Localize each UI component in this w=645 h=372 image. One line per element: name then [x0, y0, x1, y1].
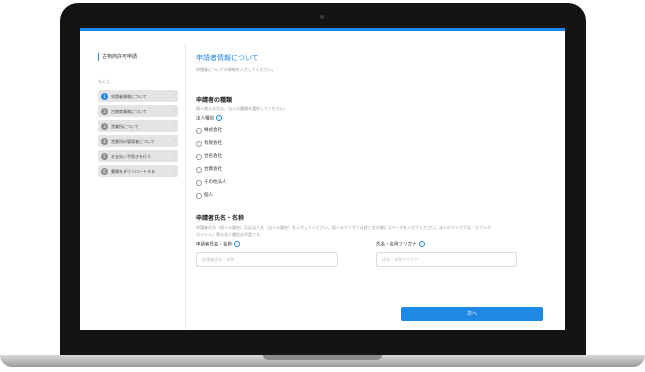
- name-field-label: 申請者氏名・名称 i: [196, 241, 240, 248]
- field-label-text: 申請者氏名・名称: [196, 242, 232, 248]
- chevron-right-icon: ›: [173, 107, 175, 114]
- kana-field-label: 氏名・名称フリガナ i: [376, 241, 425, 248]
- radio-button[interactable]: [196, 128, 202, 134]
- radio-button[interactable]: [196, 154, 202, 160]
- sidebar-item-download[interactable]: 6 書類をダウンロードする ›: [98, 165, 178, 177]
- sidebar: 古物商許可申請 もくじ 1 申請者情報について › 2 古物商業務について › …: [92, 43, 186, 330]
- top-accent-bar: [80, 28, 565, 31]
- chevron-right-icon: ›: [173, 92, 175, 99]
- sidebar-item-label: 営業所の管理者について: [111, 138, 155, 144]
- laptop-notch: [263, 355, 382, 360]
- sidebar-title: 古物商許可申請: [98, 53, 137, 61]
- next-button[interactable]: 次へ: [401, 307, 543, 321]
- page-title: 申請者情報について: [196, 54, 259, 62]
- radio-label: 有限会社: [204, 141, 222, 146]
- sidebar-item-label: 営業所について: [111, 123, 139, 129]
- radio-label: 合資会社: [204, 167, 222, 172]
- applicant-name-hint-line1: 申請者氏名（個人の場合）又は法人名（法人の場合）を入力してください。個人のフリガ…: [196, 225, 492, 230]
- info-icon: i: [216, 115, 222, 121]
- applicant-name-input[interactable]: 申請者氏名・名称: [196, 252, 338, 267]
- sidebar-item-label: 書類をダウンロードする: [111, 168, 155, 174]
- radio-label: その他法人: [204, 180, 227, 185]
- chevron-right-icon: ›: [173, 167, 175, 174]
- field-label-text: 氏名・名称フリガナ: [376, 242, 417, 248]
- corporation-type-label: 法人種別 i: [196, 115, 222, 122]
- sidebar-item-label: お支払い手続きを行う: [111, 153, 151, 159]
- radio-button[interactable]: [196, 141, 202, 147]
- step-number: 3: [101, 122, 108, 130]
- info-icon: i: [418, 241, 425, 247]
- sidebar-item-office[interactable]: 3 営業所について ›: [98, 120, 178, 132]
- step-number: 1: [101, 92, 108, 100]
- radio-label: 株式会社: [204, 128, 222, 133]
- input-placeholder: 申請者氏名・名称: [202, 257, 234, 262]
- sidebar-item-applicant-info[interactable]: 1 申請者情報について ›: [98, 90, 178, 102]
- sidebar-item-label: 申請者情報について: [111, 93, 147, 99]
- radio-button[interactable]: [196, 180, 202, 186]
- sidebar-item-manager[interactable]: 4 営業所の管理者について ›: [98, 135, 178, 147]
- sidebar-item-payment[interactable]: 5 お支払い手続きを行う ›: [98, 150, 178, 162]
- step-number: 4: [101, 137, 108, 145]
- applicant-type-heading: 申請者の種類: [196, 97, 233, 104]
- step-number: 5: [101, 152, 108, 160]
- applicant-type-hint: 個人使えの方は、法人の種類を選択してください。: [196, 106, 288, 111]
- radio-label: 合名会社: [204, 154, 222, 159]
- page-description: 申請者についての情報を入力してください。: [196, 67, 276, 72]
- radio-button[interactable]: [196, 167, 202, 173]
- info-icon: i: [234, 241, 240, 247]
- chevron-right-icon: ›: [173, 137, 175, 144]
- input-placeholder: 氏名・名称フリガナ: [382, 257, 418, 262]
- step-number: 6: [101, 167, 108, 175]
- sidebar-section-label: もくじ: [98, 79, 110, 84]
- sidebar-item-business[interactable]: 2 古物商業務について ›: [98, 105, 178, 117]
- webcam: [320, 15, 324, 19]
- applicant-name-hint-line2: ガイシャ」等の法人種別は不要です。: [196, 232, 264, 237]
- field-label-text: 法人種別: [196, 116, 214, 122]
- app-screen: 古物商許可申請 もくじ 1 申請者情報について › 2 古物商業務について › …: [80, 28, 565, 330]
- radio-label: 個人: [204, 193, 213, 198]
- chevron-right-icon: ›: [173, 122, 175, 129]
- applicant-kana-input[interactable]: 氏名・名称フリガナ: [376, 252, 517, 267]
- applicant-name-heading: 申請者氏名・名称: [196, 215, 245, 222]
- step-number: 2: [101, 107, 108, 115]
- sidebar-item-label: 古物商業務について: [111, 108, 147, 114]
- radio-button[interactable]: [196, 193, 202, 199]
- chevron-right-icon: ›: [173, 152, 175, 159]
